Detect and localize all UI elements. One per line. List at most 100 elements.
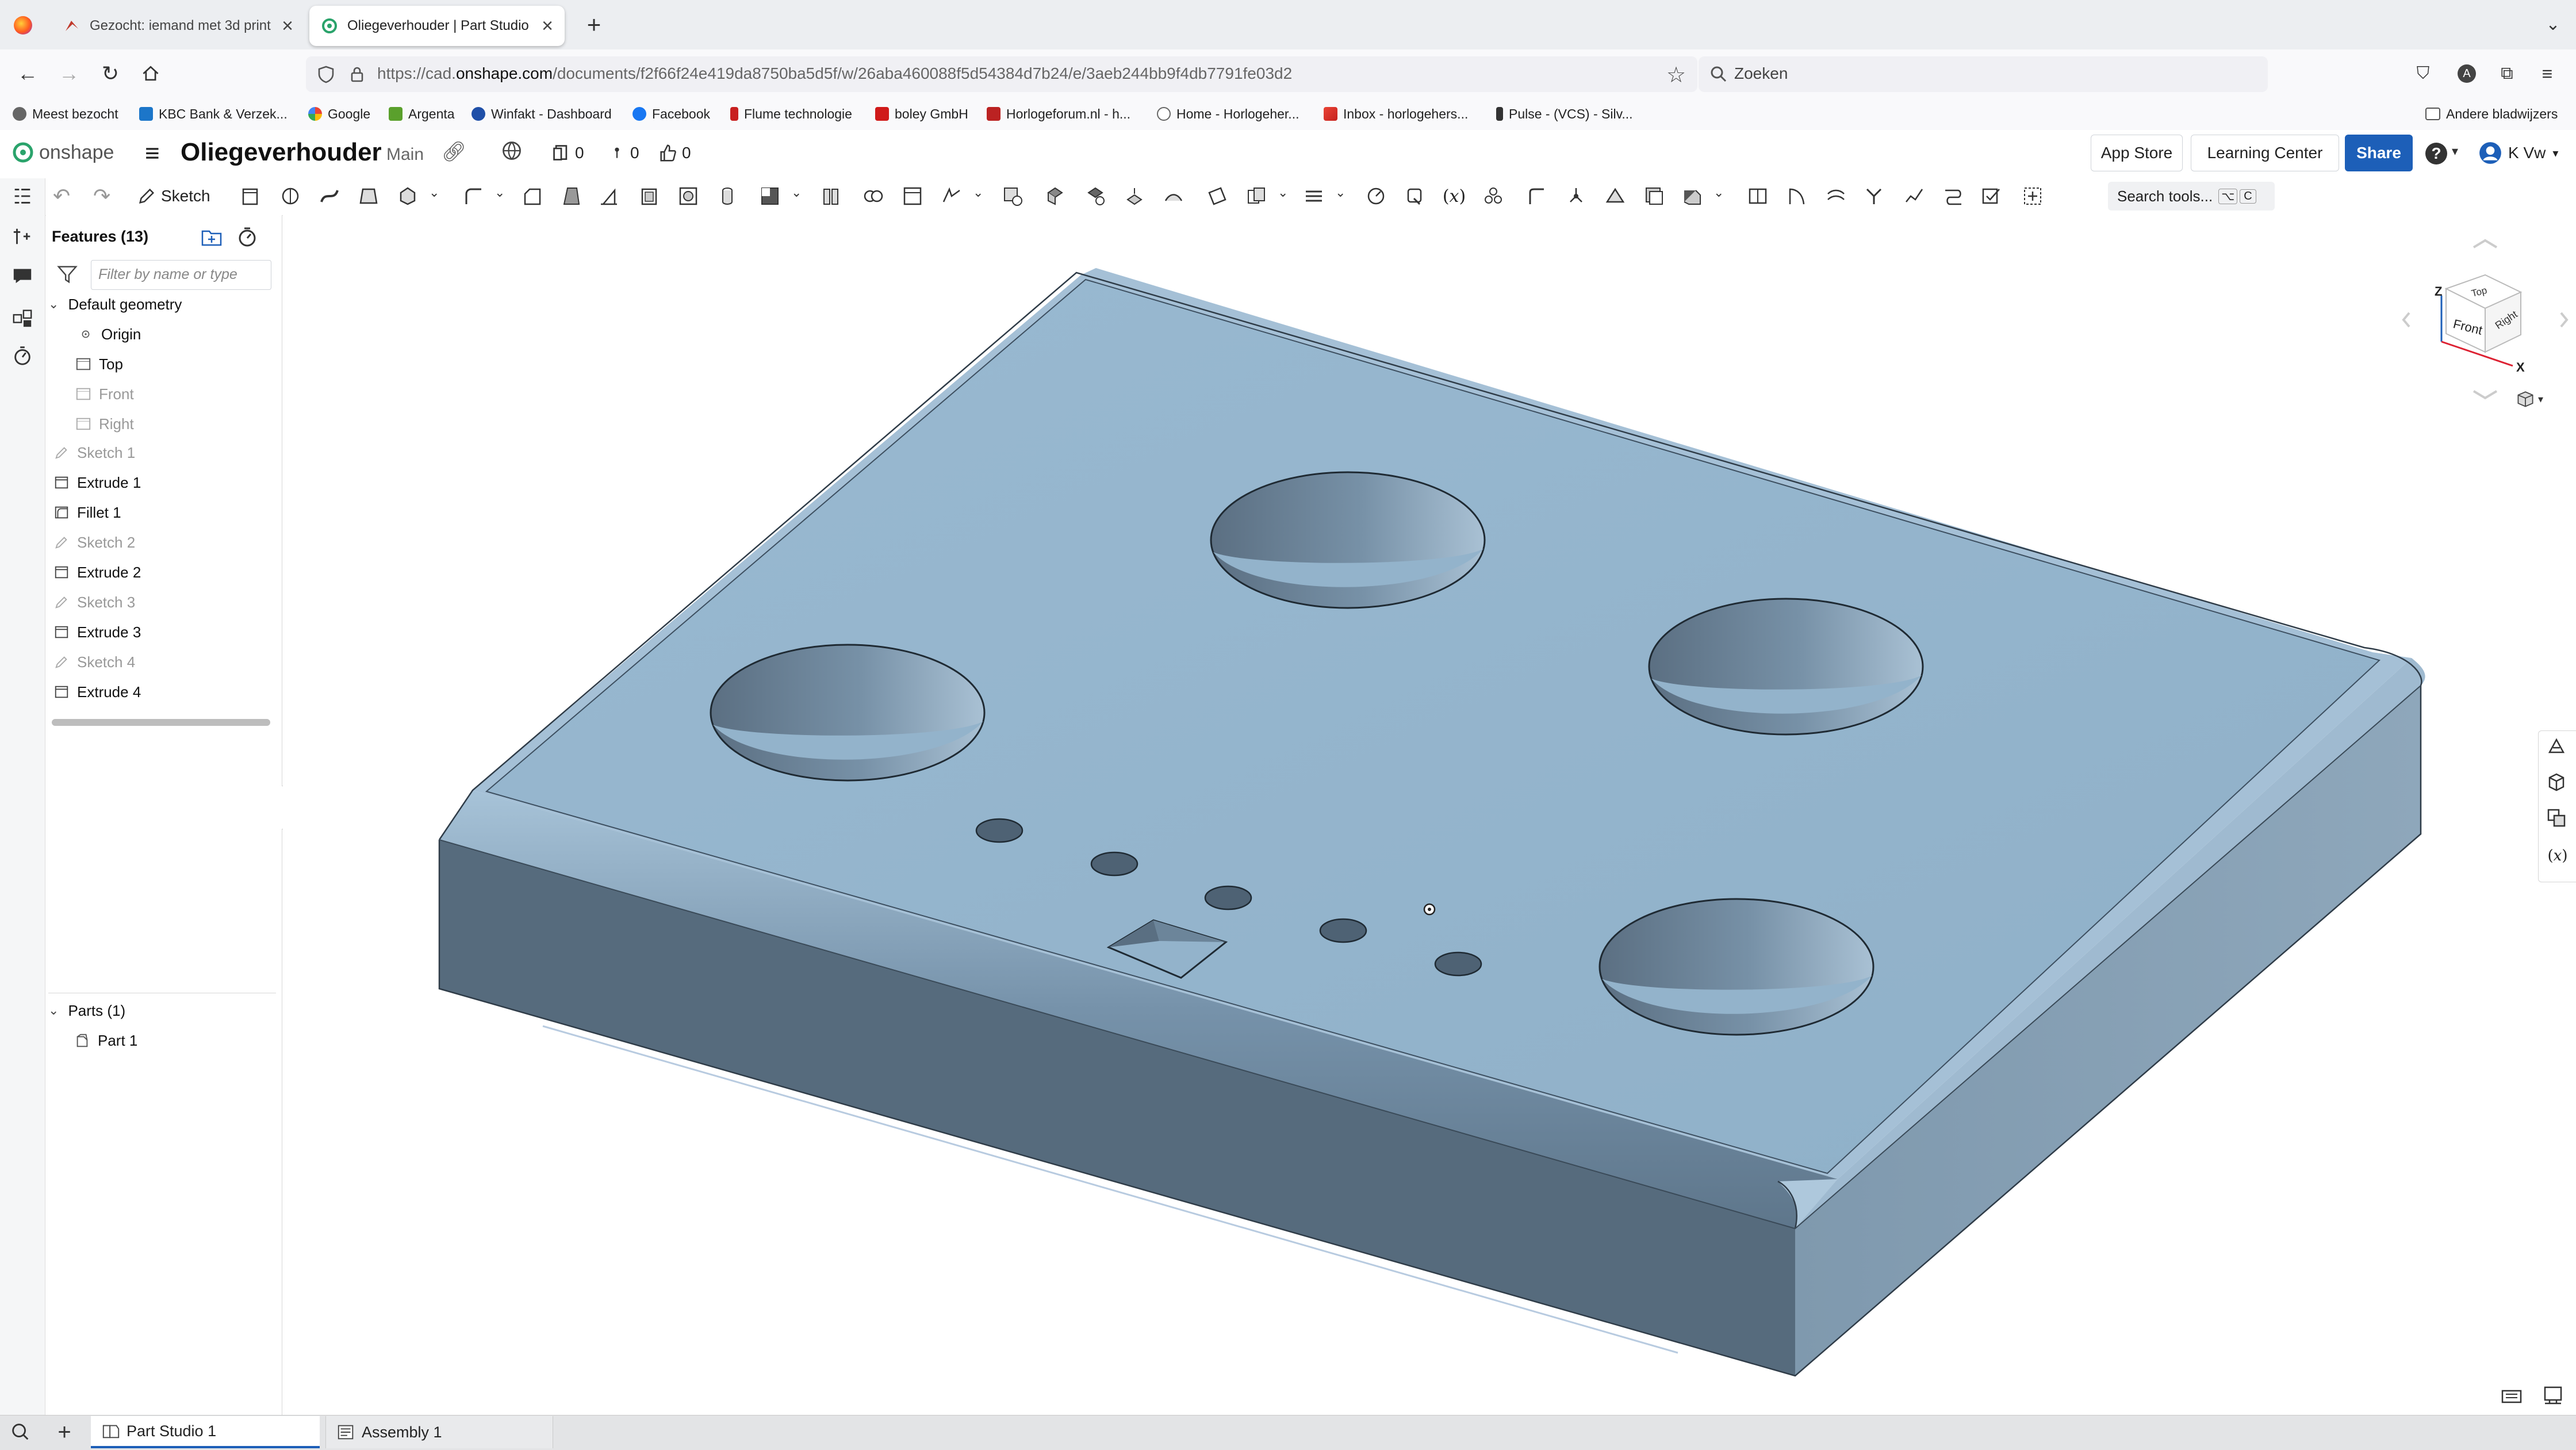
frame-tool-icon[interactable] — [1745, 183, 1771, 209]
small-hole[interactable] — [975, 818, 1023, 843]
mate-connector-tool-icon[interactable] — [1243, 183, 1270, 209]
url-bar[interactable]: https://cad.onshape.com/documents/f2f66f… — [306, 56, 1697, 92]
tab-assembly-1[interactable]: Assembly 1 — [325, 1416, 553, 1448]
transform-tool-icon[interactable] — [860, 183, 887, 209]
add-custom-feature-icon[interactable] — [2019, 183, 2046, 209]
move-face-tool-icon[interactable] — [1042, 183, 1068, 209]
cut-list-tool-icon[interactable] — [1901, 183, 1927, 209]
route-tool-icon[interactable] — [1940, 183, 1966, 209]
hamburger-menu-icon[interactable]: ≡ — [145, 140, 160, 167]
gusset-tool-icon[interactable] — [1823, 183, 1849, 209]
bookmark-horlogeforum[interactable]: Horlogeforum.nl - h... — [987, 104, 1130, 124]
dropdown-chevron-icon[interactable]: ⌄ — [494, 185, 505, 200]
forward-icon[interactable]: → — [55, 60, 83, 87]
units-display-icon[interactable] — [2542, 1384, 2564, 1407]
flange-tool-icon[interactable] — [1563, 183, 1589, 209]
feature-item-sketch[interactable]: Sketch 1 — [53, 439, 135, 466]
large-hole-top[interactable] — [1210, 471, 1486, 609]
draft-tool-icon[interactable] — [558, 183, 584, 209]
user-menu[interactable]: K Vw ▾ — [2478, 140, 2558, 166]
chamfer-tool-icon[interactable] — [519, 183, 545, 209]
sketch-button[interactable]: Sketch — [137, 183, 210, 209]
boolean-tool-icon[interactable] — [757, 183, 783, 209]
bookmark-facebook[interactable]: Facebook — [632, 104, 710, 124]
sheet-metal-tool-icon[interactable] — [1524, 183, 1550, 209]
pocket-icon[interactable]: ⛉ — [2409, 60, 2437, 87]
tab-tool-icon[interactable] — [1602, 183, 1628, 209]
chevron-down-icon[interactable]: ⌄ — [48, 1003, 59, 1018]
search-tools-field[interactable]: Search tools... ⌥ C — [2108, 182, 2275, 211]
bend-relief-tool-icon[interactable] — [1679, 183, 1705, 209]
tab-oliegeverhouder[interactable]: Oliegeverhouder | Part Studio 1 × — [309, 6, 565, 46]
parts-group[interactable]: ⌄ Parts (1) — [48, 997, 125, 1024]
measure-tool-icon[interactable] — [1363, 183, 1389, 209]
feature-item-fillet[interactable]: Fillet 1 — [53, 499, 121, 526]
add-folder-icon[interactable] — [200, 225, 223, 248]
corner-tool-icon[interactable] — [1641, 183, 1667, 209]
feature-item-sketch[interactable]: Sketch 4 — [53, 649, 135, 675]
section-tool-icon[interactable] — [1402, 183, 1428, 209]
tab-manager-icon[interactable] — [9, 1421, 34, 1446]
small-hole[interactable] — [1319, 918, 1367, 943]
part-item[interactable]: Part 1 — [74, 1027, 137, 1054]
delete-part-tool-icon[interactable] — [999, 183, 1026, 209]
revolve-tool-icon[interactable] — [277, 183, 304, 209]
home-icon[interactable] — [137, 60, 164, 87]
dropdown-chevron-icon[interactable]: ⌄ — [973, 185, 983, 200]
dropdown-chevron-icon[interactable]: ⌄ — [1335, 185, 1346, 200]
parts-library-icon[interactable] — [9, 305, 36, 331]
versions-counter[interactable]: 0 — [552, 140, 584, 166]
bookmark-flume[interactable]: Flume technologie — [730, 104, 852, 124]
menu-icon[interactable]: ≡ — [2533, 60, 2561, 87]
help-chevron-icon[interactable]: ▾ — [2452, 144, 2458, 159]
bookmark-kbc[interactable]: KBC Bank & Verzek... — [139, 104, 288, 124]
tab-part-studio-1[interactable]: Part Studio 1 — [91, 1416, 320, 1448]
large-hole-right[interactable] — [1648, 598, 1924, 736]
firefox-icon[interactable] — [14, 16, 32, 35]
extensions-icon[interactable]: ⧉ — [2493, 60, 2521, 87]
feature-item-sketch[interactable]: Sketch 2 — [53, 529, 135, 556]
account-icon[interactable]: A — [2453, 60, 2481, 87]
view-cube[interactable]: Top Front Right Z X — [2399, 232, 2571, 405]
feature-item-extrude[interactable]: Extrude 1 — [53, 469, 141, 496]
app-store-button[interactable]: App Store — [2091, 135, 2183, 171]
rollback-timer-icon[interactable] — [236, 225, 259, 248]
feature-item-extrude[interactable]: Extrude 3 — [53, 619, 141, 645]
variables-panel-icon[interactable]: (𝑥) — [2545, 843, 2570, 869]
end-cap-tool-icon[interactable] — [1861, 183, 1887, 209]
undo-icon[interactable]: ↶ — [53, 184, 70, 208]
modify-fillet-tool-icon[interactable] — [1160, 183, 1187, 209]
sweep-tool-icon[interactable] — [316, 183, 343, 209]
large-hole-front-right[interactable] — [1598, 898, 1874, 1036]
large-hole-left[interactable] — [710, 644, 986, 782]
onshape-logo[interactable]: onshape — [12, 139, 114, 166]
tab-gezocht[interactable]: Gezocht: iemand met 3d print e × — [52, 6, 305, 46]
cylinder-tool-icon[interactable] — [714, 183, 741, 209]
bookmark-meest-bezocht[interactable]: Meest bezocht — [13, 104, 118, 124]
dropdown-chevron-icon[interactable]: ⌄ — [429, 185, 439, 200]
trim-tool-icon[interactable] — [1784, 183, 1810, 209]
small-hole[interactable] — [1434, 951, 1482, 977]
shell-tool-icon[interactable] — [636, 183, 662, 209]
bookmark-other-folder[interactable]: Andere bladwijzers — [2425, 104, 2558, 124]
variable-x-tool-icon[interactable]: (𝑥) — [1441, 183, 1467, 209]
plane-front[interactable]: Front — [75, 381, 134, 407]
bookmark-winfakt[interactable]: Winfakt - Dashboard — [471, 104, 612, 124]
appearance-panel-icon[interactable] — [2545, 735, 2570, 760]
model-3d[interactable] — [283, 215, 2576, 1415]
thicken-tool-icon[interactable] — [394, 183, 421, 209]
browser-search-field[interactable]: Zoeken — [1699, 56, 2268, 92]
share-button[interactable]: Share — [2345, 135, 2413, 171]
link-icon[interactable]: 🔗︎ — [442, 140, 466, 163]
help-icon[interactable]: ? — [2425, 143, 2447, 164]
branch-label[interactable]: Main — [386, 145, 424, 164]
chevron-down-icon[interactable]: ⌄ — [48, 297, 59, 312]
mass-properties-icon[interactable] — [2545, 806, 2570, 832]
hole-tool-icon[interactable] — [675, 183, 702, 209]
extrude-tool-icon[interactable] — [237, 183, 263, 209]
learning-center-button[interactable]: Learning Center — [2191, 135, 2339, 171]
plane-top[interactable]: Top — [75, 351, 123, 377]
feature-filter-input[interactable]: Filter by name or type — [91, 260, 271, 290]
redo-icon[interactable]: ↷ — [93, 184, 110, 208]
dropdown-chevron-icon[interactable]: ⌄ — [1713, 185, 1724, 200]
